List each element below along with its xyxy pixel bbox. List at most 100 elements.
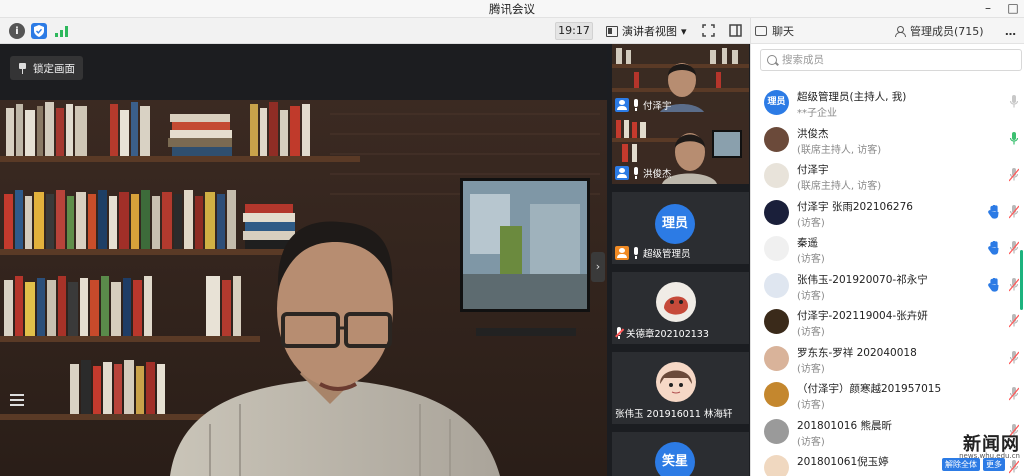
microphone-muted-icon (615, 327, 624, 339)
avatar (764, 455, 789, 476)
member-search[interactable] (760, 49, 1022, 71)
meeting-toolbar: i 19:17 演讲者视图 ▾ (0, 18, 750, 44)
microphone-muted-icon[interactable] (1008, 240, 1020, 255)
participant-name: 付泽宇 (643, 101, 672, 112)
avatar (764, 236, 789, 261)
avatar (764, 272, 789, 298)
view-label: 演讲者视图 (622, 25, 677, 38)
member-row[interactable]: 秦遥 (访客) (751, 232, 1024, 268)
member-role: (访客) (797, 436, 825, 448)
participant-name: 张伟玉 201916011 林海轩 (615, 409, 733, 420)
avatar (656, 362, 696, 402)
microphone-muted-icon[interactable] (1008, 313, 1020, 328)
member-row[interactable]: 付泽宇 张雨202106276 (访客) (751, 196, 1024, 232)
signal-strength-icon (54, 23, 70, 39)
participant-thumb[interactable]: 付泽宇 (612, 44, 749, 116)
search-icon (767, 55, 777, 65)
search-input[interactable] (782, 54, 1002, 66)
microphone-muted-icon[interactable] (1008, 386, 1020, 401)
collapse-thumbnails-button[interactable]: › (591, 252, 605, 282)
microphone-muted-icon[interactable] (1008, 350, 1020, 365)
minimize-button[interactable]: – (975, 0, 1001, 18)
member-role: (访客) (797, 254, 825, 265)
raise-hand-icon (988, 277, 1000, 292)
participant-thumb[interactable]: 张伟玉 201916011 林海轩 (612, 352, 749, 424)
avatar: 笑星 (655, 442, 695, 476)
fullscreen-icon[interactable] (702, 24, 715, 37)
participant-label: 关德章202102133 (615, 325, 709, 341)
member-row[interactable]: （付泽宇）颜寒越201957015 (访客) (751, 378, 1024, 414)
participant-thumb[interactable]: 洪俊杰 (612, 112, 749, 184)
participant-thumb[interactable]: 关德章202102133 (612, 272, 749, 344)
menu-icon[interactable] (10, 394, 24, 406)
more-options-button[interactable]: 更多 (983, 458, 1005, 471)
more-button[interactable]: … (1005, 18, 1016, 44)
unmute-all-button[interactable]: 解除全体 (942, 458, 980, 471)
participant-thumb[interactable]: 理员 超级管理员 (612, 192, 749, 264)
member-name: （付泽宇）颜寒越201957015 (797, 383, 942, 395)
speaker-view-dropdown[interactable]: 演讲者视图 ▾ (602, 22, 691, 40)
tab-members[interactable]: 管理成员(715) (894, 18, 984, 44)
main-speaker-video: 锁定画面 › (0, 44, 607, 476)
member-name: 201801016 熊晨昕 (797, 419, 892, 432)
microphone-icon (632, 99, 640, 111)
security-shield-icon[interactable] (31, 23, 47, 39)
microphone-muted-icon[interactable] (1008, 277, 1020, 292)
lock-screen-button[interactable]: 锁定画面 (10, 56, 83, 80)
member-role: (访客) (797, 327, 825, 338)
member-name: 付泽宇-202119004-张卉妍 (797, 310, 928, 322)
participant-name: 超级管理员 (643, 249, 691, 260)
member-list-scrollbar[interactable] (1020, 250, 1023, 310)
avatar: 理员 (655, 204, 695, 244)
user-badge-icon (615, 98, 629, 112)
avatar (764, 309, 789, 334)
speaker-video-frame (0, 44, 607, 476)
participant-name: 关德章202102133 (626, 329, 709, 340)
members-panel: 聊天 管理成员(715) … 理员超级管理员(主持人, 我) **子企业洪俊杰 (联… (750, 18, 1024, 476)
member-name: 洪俊杰 (797, 127, 829, 140)
member-role: (访客) (797, 400, 825, 411)
member-name: 超级管理员(主持人, 我) (797, 91, 907, 103)
member-row[interactable]: 付泽宇-202119004-张卉妍 (访客) (751, 305, 1024, 341)
member-row[interactable]: 洪俊杰 (联席主持人, 访客) (751, 123, 1024, 159)
info-icon[interactable]: i (9, 23, 25, 39)
tab-chat[interactable]: 聊天 (755, 18, 794, 44)
member-role: (联席主持人, 访客) (797, 181, 882, 192)
tab-chat-label: 聊天 (772, 25, 794, 38)
participant-thumb[interactable]: 笑星 (612, 432, 749, 476)
member-name: 201801061倪玉婷 (797, 456, 889, 468)
member-row[interactable]: 张伟玉-201920070-祁永宁 (访客) (751, 269, 1024, 305)
avatar (764, 382, 789, 407)
tab-members-label: 管理成员(715) (910, 25, 984, 38)
microphone-icon (632, 167, 640, 179)
member-role: (访客) (797, 290, 825, 302)
avatar (656, 282, 696, 322)
member-role: **子企业 (797, 108, 837, 119)
member-row[interactable]: 理员 超级管理员(主持人, 我) **子企业 (751, 86, 1024, 122)
avatar: 理员 (764, 90, 789, 115)
avatar (764, 126, 789, 152)
meeting-clock: 19:17 (555, 22, 593, 40)
member-name: 秦遥 (797, 237, 818, 249)
participant-label: 超级管理员 (615, 245, 691, 261)
window-titlebar: 腾讯会议 – □ (0, 0, 1024, 18)
microphone-icon (632, 247, 640, 259)
microphone-on-icon[interactable] (1009, 131, 1019, 146)
host-badge-icon (615, 246, 629, 260)
microphone-muted-icon[interactable] (1008, 167, 1020, 182)
maximize-button[interactable]: □ (1000, 0, 1024, 18)
sidebar-toggle-icon[interactable] (729, 24, 742, 37)
raise-hand-icon (988, 204, 1000, 219)
news-watermark: 新闻网 news.whu.edu.cn 解除全体 更多 (940, 428, 1024, 476)
member-row[interactable]: 罗东东-罗祥 202040018 (访客) (751, 342, 1024, 378)
participant-label: 张伟玉 201916011 林海轩 (615, 405, 732, 421)
panel-tabs: 聊天 管理成员(715) … (751, 18, 1024, 44)
participant-label: 洪俊杰 (615, 165, 672, 181)
microphone-muted-icon[interactable] (1008, 204, 1020, 219)
member-row[interactable]: 付泽宇 (联席主持人, 访客) (751, 159, 1024, 195)
avatar (764, 418, 789, 444)
user-badge-icon (615, 166, 629, 180)
pin-icon (18, 62, 27, 74)
participant-thumbnails: 付泽宇 洪俊杰 理员 超级管理员 关德章202102133 张伟玉 201916… (607, 44, 750, 476)
microphone-icon[interactable] (1009, 94, 1019, 109)
